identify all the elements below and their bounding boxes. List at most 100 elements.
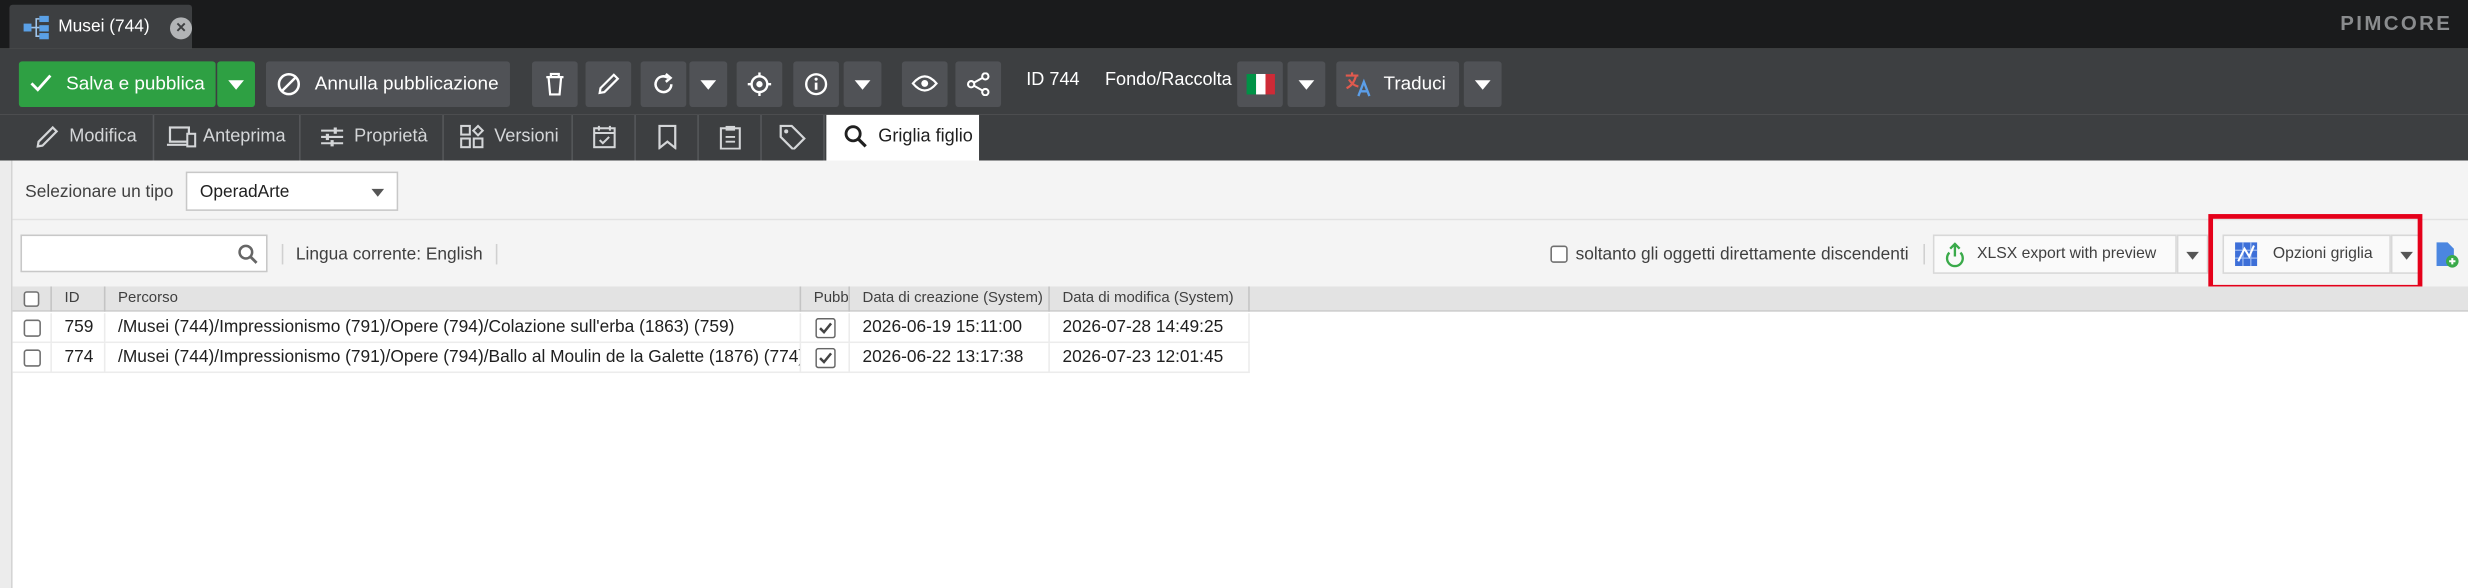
tab-children-grid[interactable]: Griglia figlio <box>826 114 980 161</box>
column-header-path[interactable]: Percorso <box>105 286 802 312</box>
toolbar-separator <box>281 243 284 265</box>
reload-button[interactable] <box>640 61 687 108</box>
save-options-dropdown[interactable] <box>217 61 255 108</box>
info-icon <box>805 73 828 96</box>
file-add-icon <box>2436 242 2459 268</box>
xlsx-export-button[interactable]: XLSX export with preview <box>1932 234 2177 274</box>
tab-versions-label: Versioni <box>494 127 559 147</box>
only-direct-children-label[interactable]: soltanto gli oggetti direttamente discen… <box>1576 246 1909 265</box>
save-publish-button[interactable]: Salva e pubblica <box>18 61 216 108</box>
preview-button[interactable] <box>901 61 948 108</box>
save-publish-label: Salva e pubblica <box>66 72 205 95</box>
row-select-cell <box>13 343 52 374</box>
tab-properties-label: Proprietà <box>354 127 428 147</box>
pencil-icon <box>36 125 59 148</box>
cell-path: /Musei (744)/Impressionismo (791)/Opere … <box>105 313 802 344</box>
info-options-dropdown[interactable] <box>843 61 882 108</box>
add-column-config-button[interactable] <box>2429 235 2467 274</box>
translate-icon <box>1345 72 1371 97</box>
object-class-label: Fondo/Raccolta <box>1104 70 1232 90</box>
document-tab-bar: Musei (744) × PIMCORE <box>0 0 2468 49</box>
document-tab-title: Musei (744) <box>58 17 150 37</box>
unpublish-label: Annulla pubblicazione <box>314 72 499 95</box>
column-header-created[interactable]: Data di creazione (System) <box>850 286 1050 312</box>
tab-notes[interactable] <box>699 114 762 161</box>
tab-scheduler[interactable] <box>573 114 636 161</box>
children-grid-panel: Selezionare un tipo OperadArte Lingua co… <box>11 160 2468 588</box>
share-icon <box>966 72 990 97</box>
column-header-modified[interactable]: Data di modifica (System) <box>1050 286 1250 312</box>
cell-id: 774 <box>52 343 106 374</box>
row-checkbox[interactable] <box>23 319 41 337</box>
cell-modified: 2026-07-23 12:01:45 <box>1050 343 1250 374</box>
locate-in-tree-button[interactable] <box>736 61 783 108</box>
chevron-down-icon <box>700 80 717 90</box>
document-tab[interactable]: Musei (744) × <box>9 4 193 49</box>
tab-properties[interactable]: Proprietà <box>301 114 444 161</box>
xlsx-export-label: XLSX export with preview <box>1976 245 2157 263</box>
chevron-down-icon <box>1298 80 1315 90</box>
export-icon <box>1945 242 1964 268</box>
translate-button[interactable]: Traduci <box>1336 61 1460 108</box>
trash-icon <box>546 72 564 96</box>
pimcore-logo: PIMCORE <box>2340 11 2453 35</box>
tab-preview-label: Anteprima <box>203 127 286 147</box>
row-checkbox[interactable] <box>23 349 41 367</box>
search-icon <box>238 244 258 264</box>
unpublish-button[interactable]: Annulla pubblicazione <box>266 61 510 108</box>
calendar-check-icon <box>593 125 616 149</box>
share-button[interactable] <box>955 61 1002 108</box>
type-select[interactable]: OperadArte <box>185 171 399 211</box>
cell-created: 2026-06-19 15:11:00 <box>850 313 1050 344</box>
language-dropdown[interactable] <box>1287 61 1326 108</box>
tab-versions[interactable]: Versioni <box>444 114 573 161</box>
search-icon <box>844 125 867 148</box>
sliders-icon <box>321 127 344 147</box>
type-select-value: OperadArte <box>199 182 290 202</box>
bookmark-icon <box>658 124 677 150</box>
reload-icon <box>654 73 673 94</box>
select-all-header[interactable] <box>13 286 52 312</box>
column-header-id[interactable]: ID <box>52 286 106 312</box>
clipboard-icon <box>719 125 741 150</box>
crosshair-icon <box>747 72 772 97</box>
chevron-down-icon <box>1474 80 1491 90</box>
column-header-published[interactable]: Pubbl <box>801 286 850 312</box>
checked-checkbox-icon <box>815 347 836 369</box>
tag-icon <box>779 124 806 150</box>
pencil-icon <box>598 73 620 95</box>
tab-children-grid-label: Griglia figlio <box>878 127 973 147</box>
tab-bookmarks[interactable] <box>636 114 699 161</box>
devices-icon <box>166 126 197 148</box>
rename-button[interactable] <box>585 61 632 108</box>
cell-modified: 2026-07-28 14:49:25 <box>1050 313 1250 344</box>
grid-options-highlight <box>2208 214 2423 290</box>
checkmark-icon <box>30 74 52 92</box>
toolbar-separator <box>1923 243 1926 265</box>
xlsx-export-dropdown[interactable] <box>2176 234 2209 274</box>
translate-dropdown[interactable] <box>1463 61 1502 108</box>
tab-tags[interactable] <box>762 114 825 161</box>
only-direct-children-checkbox[interactable] <box>1550 245 1568 263</box>
type-select-label: Selezionare un tipo <box>25 182 174 202</box>
language-button[interactable] <box>1237 61 1283 108</box>
translate-label: Traduci <box>1383 72 1446 95</box>
select-all-checkbox[interactable] <box>23 291 40 307</box>
chevron-down-icon <box>228 80 244 90</box>
current-language-label: Lingua corrente: English <box>295 245 483 265</box>
delete-button[interactable] <box>532 61 578 108</box>
chevron-down-icon <box>2186 251 2199 260</box>
tab-edit[interactable]: Modifica <box>13 114 155 161</box>
close-tab-icon[interactable]: × <box>169 17 193 40</box>
grid-header-row: ID Percorso Pubbl Data di creazione (Sys… <box>12 286 2468 312</box>
search-input[interactable] <box>20 234 268 273</box>
widgets-icon <box>460 124 485 149</box>
editor-tab-bar: Modifica Anteprima Proprietà Versioni Gr… <box>0 114 2468 161</box>
row-select-cell <box>13 313 52 344</box>
reload-options-dropdown[interactable] <box>689 61 728 108</box>
info-button[interactable] <box>793 61 839 108</box>
table-row[interactable]: 759 /Musei (744)/Impressionismo (791)/Op… <box>12 313 1250 344</box>
table-row[interactable]: 774 /Musei (744)/Impressionismo (791)/Op… <box>12 343 1250 374</box>
cell-id: 759 <box>52 313 106 344</box>
tab-preview[interactable]: Anteprima <box>154 114 301 161</box>
